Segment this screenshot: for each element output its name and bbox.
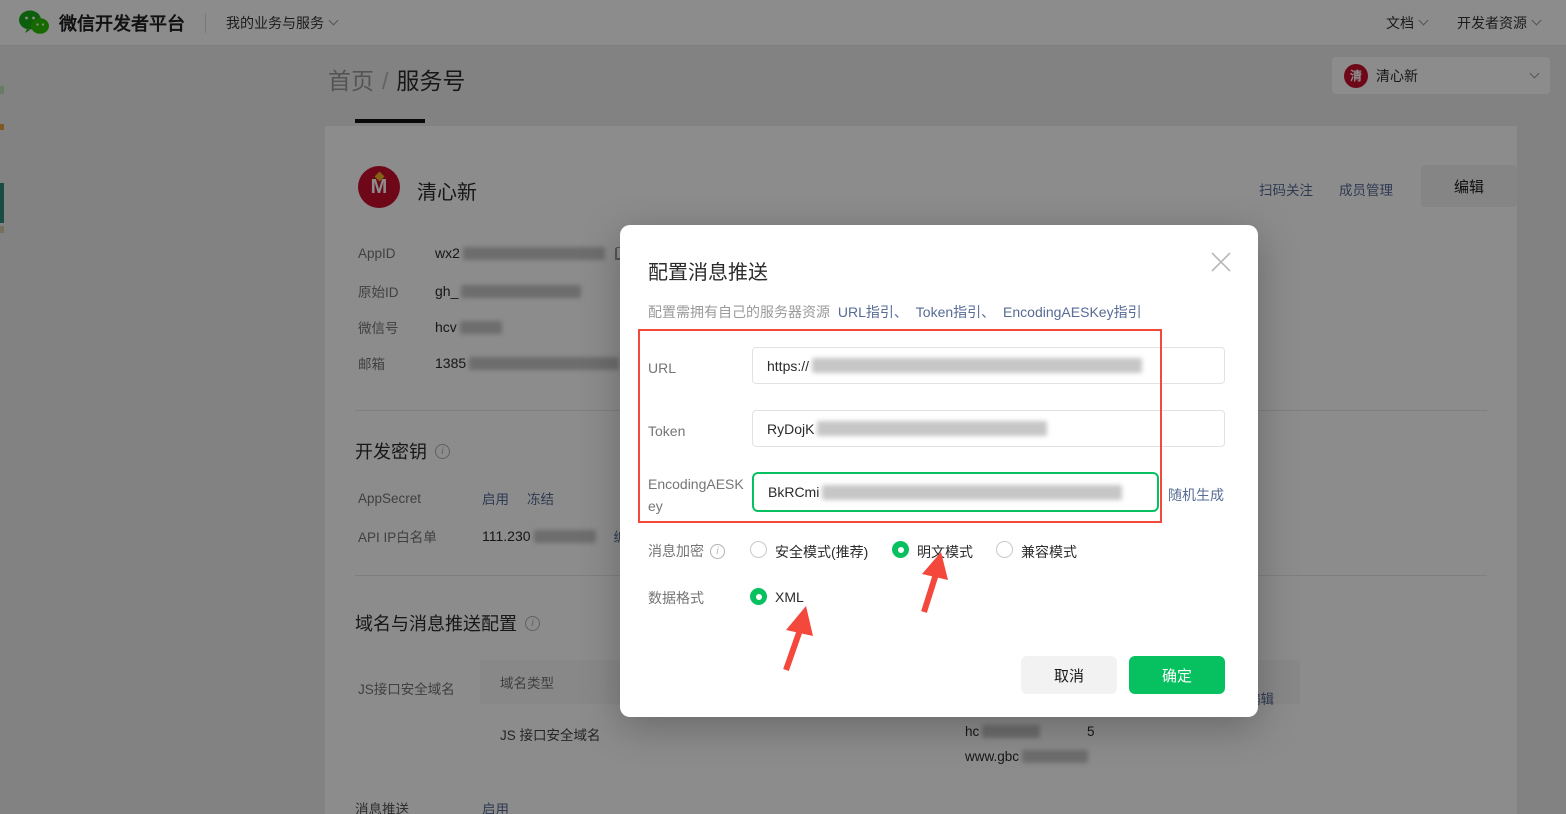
configure-push-modal: 配置消息推送 配置需拥有自己的服务器资源 URL指引、 Token指引、 Enc… [620,225,1258,717]
modal-subtitle: 配置需拥有自己的服务器资源 URL指引、 Token指引、 EncodingAE… [648,304,1142,320]
data-format-label: 数据格式 [648,590,704,606]
random-generate-link[interactable]: 随机生成 [1168,485,1224,505]
radio-safe-mode-label[interactable]: 安全模式(推荐) [775,542,868,562]
radio-xml-label[interactable]: XML [775,589,804,605]
modal-title: 配置消息推送 [648,262,768,284]
url-guide-link[interactable]: URL指引、 [838,304,908,320]
screen: 微信开发者平台 我的业务与服务 文档 开发者资源 首页/服务号 清 清心新 [0,0,1566,814]
url-label: URL [648,360,677,376]
aes-guide-link[interactable]: EncodingAESKey指引 [1003,304,1142,320]
confirm-button[interactable]: 确定 [1129,656,1225,694]
radio-safe-mode[interactable] [750,541,767,558]
radio-compat-mode-label[interactable]: 兼容模式 [1021,542,1077,562]
info-icon[interactable]: i [710,543,725,559]
radio-compat-mode[interactable] [996,541,1013,558]
token-input[interactable]: RyDojK [752,410,1225,447]
cancel-button[interactable]: 取消 [1021,656,1117,694]
token-guide-link[interactable]: Token指引、 [916,304,995,320]
encryption-label: 消息加密 i [648,541,725,561]
encoding-aes-key-label: EncodingAESKey [648,476,744,514]
radio-xml[interactable] [750,588,767,605]
encoding-aes-key-input[interactable]: BkRCmi [752,472,1159,512]
radio-plaintext-mode-label[interactable]: 明文模式 [917,542,973,562]
close-icon[interactable] [1210,251,1232,273]
radio-plaintext-mode[interactable] [892,541,909,558]
url-input[interactable]: https:// [752,347,1225,384]
token-label: Token [648,423,686,439]
